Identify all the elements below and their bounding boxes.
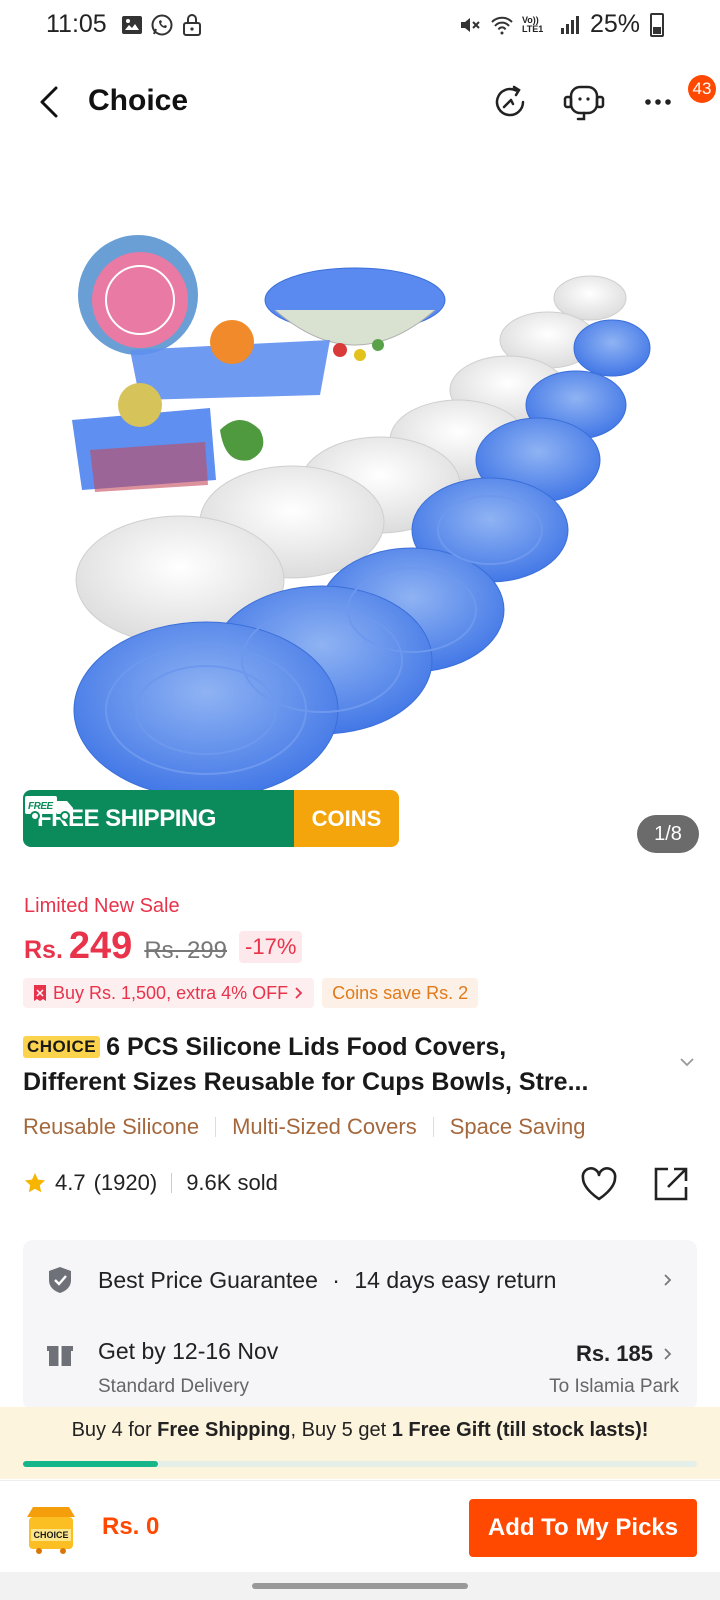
free-shipping-banner: FREE FREE SHIPPING COINS: [23, 790, 399, 847]
fs-text-1: Buy 4 for: [71, 1419, 158, 1441]
product-image[interactable]: FREE FREE SHIPPING COINS 1/8: [0, 150, 720, 853]
feature-tag: Space Saving: [449, 1114, 586, 1139]
share-icon[interactable]: [650, 1163, 692, 1205]
return-label: 14 days easy return: [354, 1266, 557, 1293]
separator-dot: ·: [332, 1266, 340, 1293]
cart-total: Rs. 0: [102, 1513, 160, 1540]
image-counter: 1/8: [637, 815, 699, 853]
delivery-row[interactable]: Get by 12-16 Nov Rs. 185: [23, 1334, 697, 1374]
chevron-right-icon: [664, 1348, 672, 1360]
more-icon[interactable]: [638, 80, 682, 124]
feature-tag: Multi-Sized Covers: [232, 1114, 417, 1139]
fs-text-4: 1 Free Gift (till stock lasts)!: [391, 1419, 649, 1441]
divider: [215, 1117, 217, 1137]
mute-icon: [460, 17, 480, 32]
heart-icon[interactable]: [578, 1163, 620, 1205]
history-icon[interactable]: [488, 80, 532, 124]
volte-icon: Vo)) LTE1: [521, 14, 544, 34]
sale-label: Limited New Sale: [24, 895, 180, 917]
chevron-right-icon: [295, 987, 303, 999]
battery-icon: [650, 12, 664, 37]
product-photo: [72, 235, 651, 790]
notification-badge: 43: [688, 75, 716, 103]
delivery-location: To Islamia Park: [549, 1376, 679, 1397]
star-icon: [25, 1173, 45, 1193]
cart-label: CHOICE: [33, 1530, 68, 1540]
title-line1: 6 PCS Silicone Lids Food Covers,: [106, 1033, 507, 1061]
divider: [171, 1173, 173, 1193]
choice-tag: CHOICE: [23, 1036, 101, 1058]
whatsapp-icon: [151, 14, 173, 36]
battery-percent: 25%: [589, 10, 640, 38]
add-to-picks-button[interactable]: Add To My Picks: [469, 1499, 697, 1557]
bulk-discount-chip[interactable]: Buy Rs. 1,500, extra 4% OFF: [23, 978, 315, 1008]
delivery-date: Get by 12-16 Nov: [98, 1338, 279, 1364]
sold-count: 9.6K sold: [186, 1170, 278, 1195]
feature-tag: Reusable Silicone: [23, 1114, 200, 1139]
chevron-right-icon: [664, 1274, 672, 1286]
guarantee-row[interactable]: Best Price Guarantee · 14 days easy retu…: [23, 1260, 697, 1300]
wifi-icon: [491, 16, 513, 34]
gallery-icon: [122, 16, 142, 34]
choice-cart-icon[interactable]: CHOICE: [23, 1503, 79, 1555]
rating-row[interactable]: 4.7 (1920) 9.6K sold: [23, 1170, 278, 1196]
service-card: Best Price Guarantee · 14 days easy retu…: [23, 1240, 697, 1410]
shipping-truck-icon: FREE: [25, 796, 73, 821]
lock-icon: [183, 14, 201, 36]
guarantee-label: Best Price Guarantee: [98, 1266, 318, 1293]
coupon-icon: [34, 985, 46, 1001]
promo-row: Buy Rs. 1,500, extra 4% OFF Coins save R…: [23, 978, 479, 1008]
app-header: Choice: [0, 60, 720, 144]
feature-tags: Reusable Silicone Multi-Sized Covers Spa…: [23, 1114, 585, 1140]
progress-fill: [23, 1461, 158, 1467]
price-value: 249: [68, 925, 133, 967]
status-time: 11:05: [46, 10, 107, 38]
coins-label: COINS: [294, 790, 399, 847]
product-title[interactable]: CHOICE 6 PCS Silicone Lids Food Covers, D…: [23, 1030, 673, 1100]
free-badge-text: FREE: [28, 801, 54, 812]
rating-count: (1920): [93, 1170, 158, 1195]
progress-track: [23, 1461, 697, 1467]
home-gesture-handle[interactable]: [252, 1583, 468, 1589]
fs-text-2: Free Shipping: [157, 1419, 291, 1441]
price-row: Rs. 249 Rs. 299 -17%: [24, 925, 303, 968]
shield-check-icon: [49, 1267, 71, 1293]
page-title: Choice: [88, 84, 189, 117]
gift-box-icon: [47, 1346, 73, 1366]
fs-text-3: , Buy 5 get: [290, 1419, 392, 1441]
delivery-price: Rs. 185: [575, 1341, 653, 1366]
coins-save-chip: Coins save Rs. 2: [322, 978, 479, 1008]
discount-badge: -17%: [239, 931, 303, 963]
chevron-down-icon[interactable]: [678, 1053, 696, 1071]
rating-score: 4.7: [55, 1170, 86, 1195]
free-shipping-progress[interactable]: Buy 4 for Free Shipping, Buy 5 get 1 Fre…: [0, 1407, 720, 1479]
delivery-type: Standard Delivery: [98, 1376, 250, 1397]
signal-icon: [560, 15, 579, 34]
system-icons: Vo)) LTE1 25%: [458, 10, 664, 39]
system-nav-bar: [0, 1572, 720, 1600]
notification-icons: [120, 13, 204, 37]
free-shipping-message: Buy 4 for Free Shipping, Buy 5 get 1 Fre…: [0, 1419, 720, 1442]
divider: [432, 1117, 434, 1137]
price-currency: Rs.: [24, 936, 63, 964]
bulk-discount-label: Buy Rs. 1,500, extra 4% OFF: [53, 983, 289, 1003]
support-icon[interactable]: [562, 80, 606, 124]
free-shipping-section: FREE FREE SHIPPING: [23, 790, 294, 847]
original-price: Rs. 299: [144, 937, 228, 964]
guarantee-text: Best Price Guarantee · 14 days easy retu…: [98, 1267, 556, 1294]
bottom-action-bar: CHOICE Rs. 0 Add To My Picks: [0, 1480, 720, 1570]
title-line2: Different Sizes Reusable for Cups Bowls,…: [23, 1068, 589, 1096]
status-bar: 11:05 Vo)) LTE1 25%: [0, 0, 720, 52]
back-icon[interactable]: [30, 80, 70, 124]
